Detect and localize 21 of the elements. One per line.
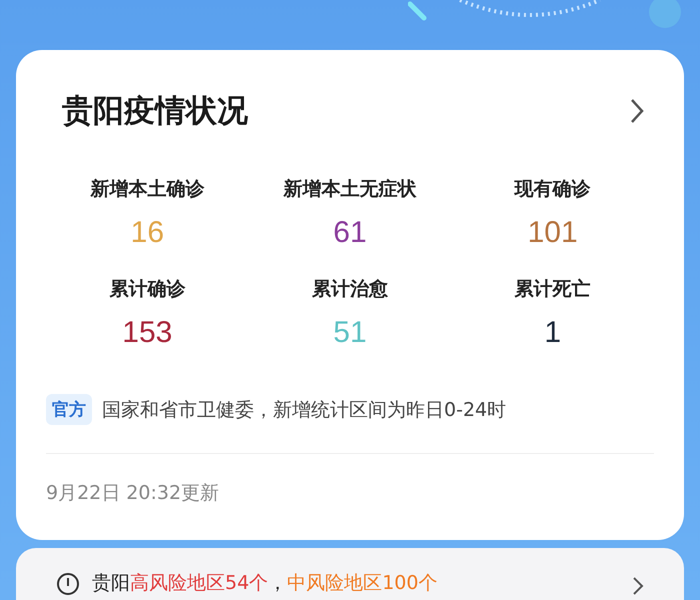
stat-value: 16 <box>130 216 164 250</box>
info-icon <box>56 572 80 596</box>
risk-summary: 贵阳高风险地区54个，中风险地区100个 <box>92 571 438 596</box>
stat-value: 61 <box>333 216 367 250</box>
chevron-right-icon[interactable] <box>632 576 644 596</box>
card-title: 贵阳疫情状况 <box>62 92 248 131</box>
source-text: 国家和省市卫健委，新增统计区间为昨日0-24时 <box>102 398 506 422</box>
risk-bar[interactable]: 贵阳高风险地区54个，中风险地区100个 <box>16 548 684 600</box>
source-tag: 官方 <box>46 394 92 425</box>
stat-value: 1 <box>544 316 561 350</box>
stat-label: 累计治愈 <box>312 277 388 302</box>
stat-label: 累计确诊 <box>109 277 186 302</box>
update-time: 9月22日 20:32更新 <box>46 481 220 506</box>
chevron-right-icon[interactable] <box>630 98 644 124</box>
stat-value: 101 <box>528 216 578 250</box>
stat-label: 新增本土无症状 <box>283 177 416 202</box>
stat-label: 现有确诊 <box>514 177 591 202</box>
stat-value: 51 <box>333 316 367 350</box>
stat-value: 153 <box>122 316 172 350</box>
stat-label: 新增本土确诊 <box>90 177 204 202</box>
stat-label: 累计死亡 <box>514 277 591 302</box>
